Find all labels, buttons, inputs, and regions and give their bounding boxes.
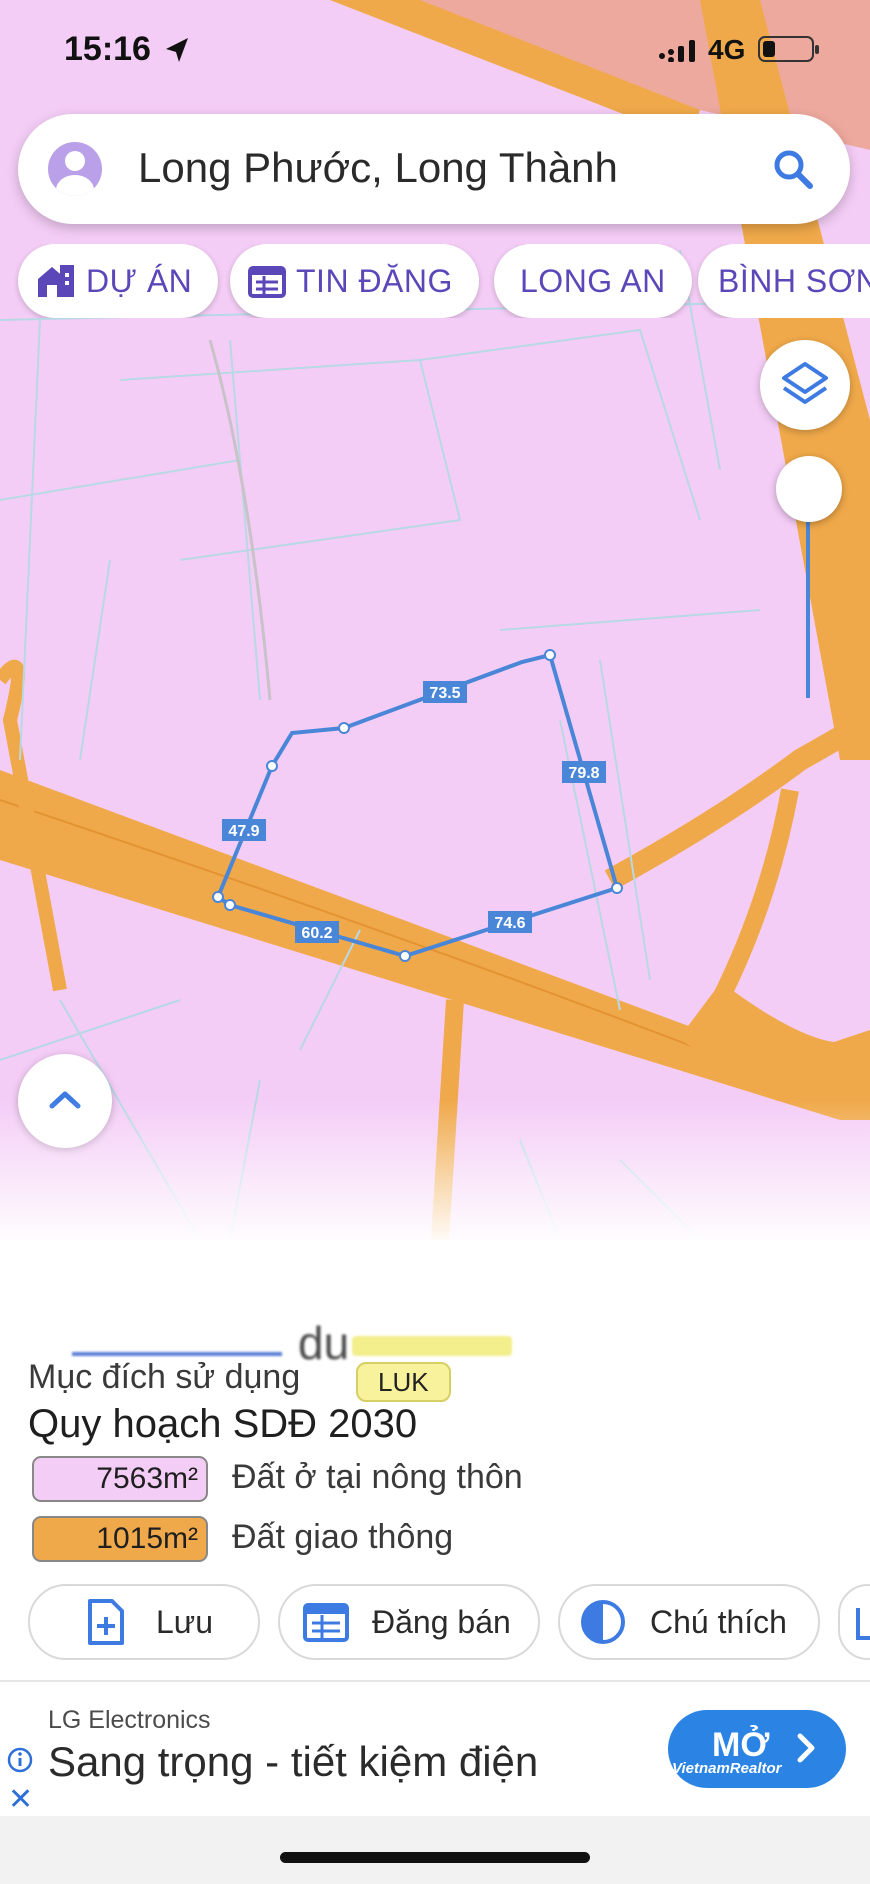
layers-icon	[782, 362, 828, 404]
zone-label-road: Đất giao thông	[232, 1518, 454, 1556]
edge-length-label: 60.2	[295, 921, 339, 943]
edge-length-label: 73.5	[423, 681, 467, 703]
chip-label: TIN ĐĂNG	[296, 262, 453, 299]
calendar-list-icon	[248, 266, 286, 298]
home-indicator[interactable]	[280, 1852, 590, 1863]
plan-title: Quy hoạch SDĐ 2030	[28, 1402, 418, 1446]
house-building-icon	[38, 265, 74, 297]
more-action-button[interactable]	[838, 1584, 870, 1660]
blurred-text: du	[298, 1317, 350, 1369]
search-icon[interactable]	[772, 148, 814, 190]
status-time: 15:16	[64, 30, 151, 68]
zoom-slider-track[interactable]	[806, 520, 810, 698]
parcel-info-panel: du Mục đích sử dụng LUK Quy hoạch SDĐ 20…	[0, 1240, 870, 1680]
filter-chips: DỰ ÁN TIN ĐĂNG LONG AN BÌNH SƠN	[0, 244, 870, 318]
signal-icon	[659, 40, 695, 62]
save-button[interactable]: Lưu	[28, 1584, 260, 1660]
close-icon[interactable]: ✕	[8, 1782, 33, 1817]
save-label: Lưu	[156, 1603, 214, 1640]
layers-button[interactable]	[760, 340, 850, 430]
chip-du-an[interactable]: DỰ ÁN	[18, 244, 219, 318]
ad-headline: Sang trọng - tiết kiệm điện	[48, 1738, 539, 1785]
watermark-text: VietnamRealtor	[672, 1760, 782, 1777]
search-bar[interactable]: Long Phước, Long Thành	[18, 114, 850, 224]
svg-text:73.5: 73.5	[429, 685, 460, 702]
edge-length-label: 74.6	[488, 911, 532, 933]
edge-length-label: 47.9	[222, 819, 266, 841]
network-label: 4G	[708, 34, 746, 65]
chip-label: DỰ ÁN	[86, 262, 193, 299]
svg-text:60.2: 60.2	[301, 925, 332, 942]
zone-area-residential: 7563m²	[32, 1456, 208, 1502]
home-indicator-area	[0, 1816, 870, 1884]
ad-banner[interactable]: LG Electronics Sang trọng - tiết kiệm đi…	[0, 1680, 870, 1816]
save-add-icon	[88, 1599, 124, 1645]
purpose-code-badge: LUK	[356, 1362, 451, 1402]
calendar-list-icon	[303, 1603, 349, 1642]
battery-icon	[758, 36, 819, 62]
post-for-sale-label: Đăng bán	[372, 1603, 511, 1640]
blurred-title: du	[72, 1317, 512, 1369]
chip-long-an[interactable]: LONG AN	[494, 244, 692, 318]
ad-open-button[interactable]: MỞ VietnamRealtor	[668, 1710, 846, 1788]
svg-text:79.8: 79.8	[568, 765, 599, 782]
legend-button[interactable]: Chú thích	[558, 1584, 820, 1660]
search-query[interactable]: Long Phước, Long Thành	[138, 144, 618, 192]
svg-text:74.6: 74.6	[494, 915, 525, 932]
share-icon	[856, 1608, 870, 1640]
purpose-label: Mục đích sử dụng	[28, 1358, 301, 1396]
post-for-sale-button[interactable]: Đăng bán	[278, 1584, 540, 1660]
edge-length-label: 79.8	[562, 761, 606, 783]
svg-text:47.9: 47.9	[228, 823, 259, 840]
legend-label: Chú thích	[650, 1603, 787, 1640]
zoom-slider-handle[interactable]	[776, 456, 842, 522]
info-icon[interactable]	[6, 1746, 34, 1774]
ad-advertiser: LG Electronics	[48, 1706, 211, 1734]
chevron-right-icon	[797, 1733, 815, 1763]
zone-area-road: 1015m²	[32, 1516, 208, 1562]
status-bar: 15:16 4G	[0, 24, 870, 74]
half-circle-icon	[581, 1600, 625, 1644]
chip-label: LONG AN	[520, 262, 666, 299]
chip-binh-son[interactable]: BÌNH SƠN	[698, 244, 870, 318]
zone-label-residential: Đất ở tại nông thôn	[232, 1458, 523, 1496]
chip-label: BÌNH SƠN	[718, 262, 870, 299]
chip-tin-dang[interactable]: TIN ĐĂNG	[230, 244, 479, 318]
avatar[interactable]	[48, 142, 102, 196]
location-arrow-icon	[166, 38, 188, 62]
map-fade	[0, 1100, 870, 1260]
